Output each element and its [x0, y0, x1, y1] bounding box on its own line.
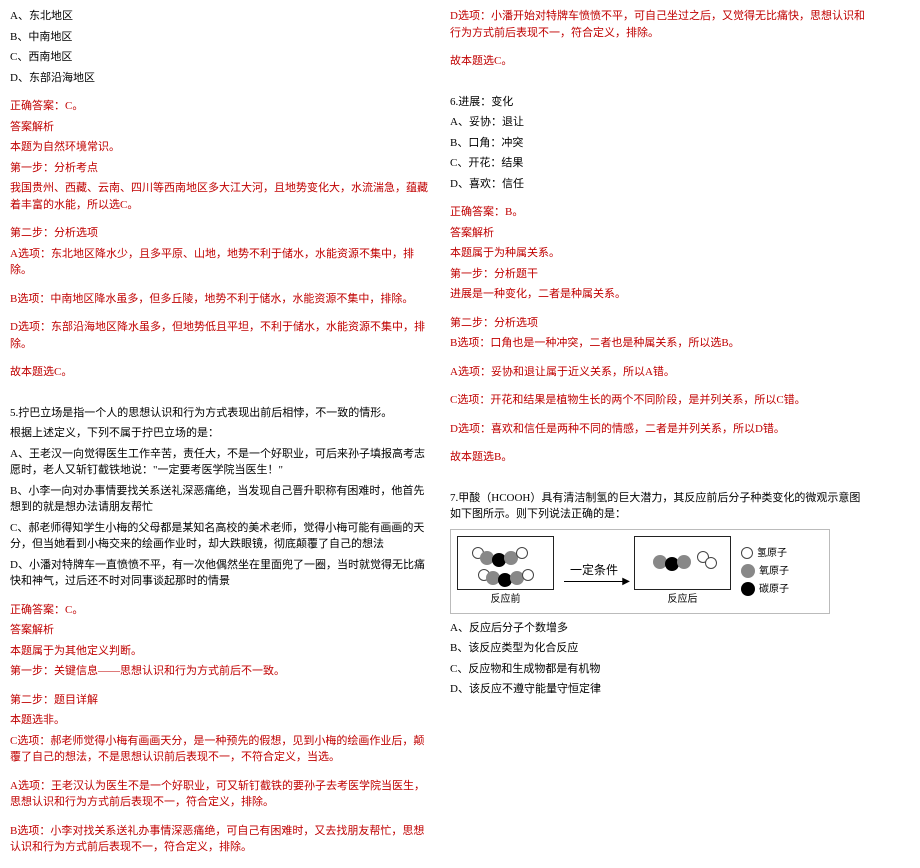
legend-row-h: 氢原子 [741, 546, 789, 561]
q5-step2-note: 本题选非。 [10, 712, 430, 729]
q6-step2-label: 第二步：分析选项 [450, 315, 870, 332]
option-d: D、东部沿海地区 [10, 70, 430, 87]
q7-option-a: A、反应后分子个数增多 [450, 620, 870, 637]
q5-option-a: A、王老汉一向觉得医生工作辛苦，责任大，不是一个好职业，可后来孙子填报高考志愿时… [10, 446, 430, 479]
q6-correct-answer: 正确答案：B。 [450, 204, 870, 221]
legend-row-c: 碳原子 [741, 582, 789, 597]
o-atom-icon [677, 555, 691, 569]
after-box-wrap: 反应后 [634, 536, 731, 607]
q7-stem: 7.甲酸（HCOOH）具有清洁制氢的巨大潜力，其反应前后分子种类变化的微观示意图… [450, 490, 870, 523]
before-caption: 反应前 [491, 592, 521, 607]
q6-opt-d-explain: D选项：喜欢和信任是两种不同的情感，二者是并列关系，所以D错。 [450, 421, 870, 438]
right-column: D选项：小潘开始对特牌车愤愤不平，可自己坐过之后，又觉得无比痛快，思想认识和行为… [440, 0, 880, 868]
q5-stem-1: 5.拧巴立场是指一个人的思想认识和行为方式表现出前后相悖，不一致的情形。 [10, 405, 430, 422]
after-box [634, 536, 731, 590]
q5-conclusion: 故本题选C。 [450, 53, 870, 70]
q5-opt-b-explain: B选项：小李对找关系送礼办事情深恶痛绝，可自己有困难时，又去找朋友帮忙，思想认识… [10, 823, 430, 856]
legend-o-label: 氧原子 [759, 564, 789, 579]
h-atom-icon [741, 547, 753, 559]
q6-stem: 6.进展：变化 [450, 94, 870, 111]
reaction-diagram: 反应前 一定条件 反应后 氢原子 氧原子 碳原子 [450, 529, 830, 614]
q5-option-d: D、小潘对特牌车一直愤愤不平，有一次他偶然坐在里面兜了一圈，当时就觉得无比痛快和… [10, 557, 430, 590]
opt-b-explain: B选项：中南地区降水虽多，但多丘陵，地势不利于储水，水能资源不集中，排除。 [10, 291, 430, 308]
step1-label: 第一步：分析考点 [10, 160, 430, 177]
c-atom-icon [741, 582, 755, 596]
arrow-icon [564, 581, 624, 582]
before-box-wrap: 反应前 [457, 536, 554, 607]
q6-option-c: C、开花：结果 [450, 155, 870, 172]
q6-option-b: B、口角：冲突 [450, 135, 870, 152]
opt-a-explain: A选项：东北地区降水少，且多平原、山地，地势不利于储水，水能资源不集中，排除。 [10, 246, 430, 279]
after-caption: 反应后 [668, 592, 698, 607]
arrow-block: 一定条件 [564, 561, 624, 582]
before-box [457, 536, 554, 590]
q6-step1-label: 第一步：分析题干 [450, 266, 870, 283]
q6-analysis-1: 本题属于为种属关系。 [450, 245, 870, 262]
q6-opt-c-explain: C选项：开花和结果是植物生长的两个不同阶段，是并列关系，所以C错。 [450, 392, 870, 409]
option-c: C、西南地区 [10, 49, 430, 66]
option-b: B、中南地区 [10, 29, 430, 46]
q6-opt-a-explain: A选项：妥协和退让属于近义关系，所以A错。 [450, 364, 870, 381]
analysis-line: 本题为自然环境常识。 [10, 139, 430, 156]
q6-option-d: D、喜欢：信任 [450, 176, 870, 193]
q5-stem-2: 根据上述定义，下列不属于拧巴立场的是： [10, 425, 430, 442]
q5-option-c: C、郝老师得知学生小梅的父母都是某知名高校的美术老师，觉得小梅可能有画画的天分，… [10, 520, 430, 553]
q7-option-c: C、反应物和生成物都是有机物 [450, 661, 870, 678]
q6-option-a: A、妥协：退让 [450, 114, 870, 131]
h-atom-icon [516, 547, 528, 559]
step2-label: 第二步：分析选项 [10, 225, 430, 242]
h-atom-icon [522, 569, 534, 581]
q5-step2-label: 第二步：题目详解 [10, 692, 430, 709]
page: A、东北地区 B、中南地区 C、西南地区 D、东部沿海地区 正确答案：C。 答案… [0, 0, 920, 868]
legend-row-o: 氧原子 [741, 564, 789, 579]
q5-correct-answer: 正确答案：C。 [10, 602, 430, 619]
q6-conclusion: 故本题选B。 [450, 449, 870, 466]
q7-option-b: B、该反应类型为化合反应 [450, 640, 870, 657]
h-atom-icon [705, 557, 717, 569]
q5-option-b: B、小李一向对办事情要找关系送礼深恶痛绝，当发现自己晋升职称有困难时，他首先想到… [10, 483, 430, 516]
q7-option-d: D、该反应不遵守能量守恒定律 [450, 681, 870, 698]
correct-answer: 正确答案：C。 [10, 98, 430, 115]
o-atom-icon [741, 564, 755, 578]
answer-analysis-label: 答案解析 [10, 119, 430, 136]
legend-c-label: 碳原子 [759, 582, 789, 597]
legend: 氢原子 氧原子 碳原子 [741, 546, 789, 597]
q6-opt-b-explain: B选项：口角也是一种冲突，二者也是种属关系，所以选B。 [450, 335, 870, 352]
legend-h-label: 氢原子 [757, 546, 787, 561]
arrow-label: 一定条件 [570, 561, 618, 579]
q6-analysis-label: 答案解析 [450, 225, 870, 242]
q5-opt-d-explain: D选项：小潘开始对特牌车愤愤不平，可自己坐过之后，又觉得无比痛快，思想认识和行为… [450, 8, 870, 41]
q5-opt-c-explain: C选项：郝老师觉得小梅有画画天分，是一种预先的假想，见到小梅的绘画作业后，颠覆了… [10, 733, 430, 766]
conclusion: 故本题选C。 [10, 364, 430, 381]
step1-text: 我国贵州、西藏、云南、四川等西南地区多大江大河，且地势变化大，水流湍急，蕴藏着丰… [10, 180, 430, 213]
q6-step1-text: 进展是一种变化，二者是种属关系。 [450, 286, 870, 303]
q5-analysis-label: 答案解析 [10, 622, 430, 639]
q5-opt-a-explain: A选项：王老汉认为医生不是一个好职业，可又斩钉截铁的要孙子去考医学院当医生，思想… [10, 778, 430, 811]
q5-step1: 第一步：关键信息——思想认识和行为方式前后不一致。 [10, 663, 430, 680]
left-column: A、东北地区 B、中南地区 C、西南地区 D、东部沿海地区 正确答案：C。 答案… [0, 0, 440, 868]
option-a: A、东北地区 [10, 8, 430, 25]
opt-d-explain: D选项：东部沿海地区降水虽多，但地势低且平坦，不利于储水，水能资源不集中，排除。 [10, 319, 430, 352]
